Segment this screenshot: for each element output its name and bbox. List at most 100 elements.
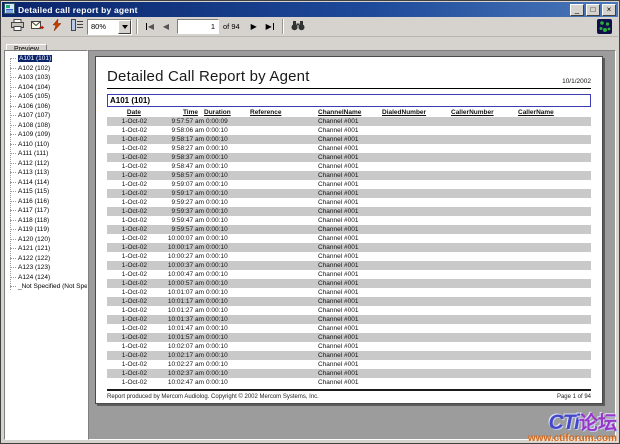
tree-item[interactable]: A103 (103) <box>5 73 87 83</box>
column-header: Reference <box>250 108 318 117</box>
tree-item[interactable]: A121 (121) <box>5 244 87 254</box>
tree-item[interactable]: A116 (116) <box>5 197 87 207</box>
tree-item[interactable]: A115 (115) <box>5 187 87 197</box>
call-cell: Channel #001 <box>318 207 382 216</box>
column-header: CallerNumber <box>451 108 518 117</box>
call-table: DateTimeDurationReferenceChannelNameDial… <box>107 108 591 387</box>
refresh-button[interactable] <box>47 18 67 36</box>
tree-item[interactable]: A112 (112) <box>5 159 87 169</box>
print-button[interactable] <box>7 18 27 36</box>
call-cell <box>382 153 451 162</box>
call-row: 1-Oct-029:58:06 am0:00:10Channel #001 <box>107 126 591 135</box>
maximize-button[interactable]: □ <box>586 4 600 16</box>
call-cell <box>518 297 591 306</box>
call-cell: 10:00:27 am <box>147 252 204 261</box>
call-cell: 1-Oct-02 <box>107 135 147 144</box>
tree-item[interactable]: A120 (120) <box>5 235 87 245</box>
toggle-group-tree-button[interactable] <box>67 18 87 36</box>
prev-page-button[interactable]: ◀ <box>158 19 174 35</box>
call-row: 1-Oct-029:59:07 am0:00:10Channel #001 <box>107 180 591 189</box>
call-cell: Channel #001 <box>318 234 382 243</box>
report-date: 10/1/2002 <box>562 78 591 85</box>
minimize-button[interactable]: _ <box>570 4 584 16</box>
call-cell <box>382 279 451 288</box>
tree-item[interactable]: A104 (104) <box>5 83 87 93</box>
call-cell: 1-Oct-02 <box>107 162 147 171</box>
call-cell: 10:01:27 am <box>147 306 204 315</box>
call-cell <box>451 243 518 252</box>
call-cell <box>250 360 318 369</box>
call-row: 1-Oct-0210:01:57 am0:00:10Channel #001 <box>107 333 591 342</box>
call-cell <box>518 261 591 270</box>
tree-item[interactable]: A118 (118) <box>5 216 87 226</box>
call-cell: Channel #001 <box>318 378 382 387</box>
tree-item[interactable]: A122 (122) <box>5 254 87 264</box>
next-page-button[interactable]: ▶ <box>246 19 262 35</box>
tree-item[interactable]: A124 (124) <box>5 273 87 283</box>
call-cell: 9:59:57 am <box>147 225 204 234</box>
call-cell <box>451 207 518 216</box>
tree-item[interactable]: _Not Specified (Not Specified) <box>5 282 87 292</box>
call-cell: 0:00:10 <box>204 207 250 216</box>
call-cell <box>382 207 451 216</box>
find-button[interactable] <box>288 18 308 36</box>
call-cell <box>382 324 451 333</box>
call-cell <box>451 342 518 351</box>
call-cell: 0:00:10 <box>204 135 250 144</box>
call-cell <box>250 180 318 189</box>
call-cell <box>451 378 518 387</box>
call-cell: 0:00:10 <box>204 162 250 171</box>
call-cell: 1-Oct-02 <box>107 117 147 126</box>
tree-item[interactable]: A102 (102) <box>5 64 87 74</box>
call-cell: 0:00:10 <box>204 270 250 279</box>
call-cell: Channel #001 <box>318 135 382 144</box>
call-cell: 0:00:10 <box>204 342 250 351</box>
call-cell: 1-Oct-02 <box>107 369 147 378</box>
call-row: 1-Oct-0210:02:07 am0:00:10Channel #001 <box>107 342 591 351</box>
call-cell: 9:59:17 am <box>147 189 204 198</box>
zoom-select[interactable]: 80% <box>87 19 132 35</box>
close-button[interactable]: × <box>602 4 616 16</box>
call-cell <box>451 198 518 207</box>
tree-item[interactable]: A101 (101) <box>5 54 87 64</box>
zoom-dropdown-button[interactable] <box>118 20 131 34</box>
tree-item[interactable]: A111 (111) <box>5 149 87 159</box>
tree-item[interactable]: A105 (105) <box>5 92 87 102</box>
export-button[interactable] <box>27 18 47 36</box>
call-cell <box>518 153 591 162</box>
tree-item[interactable]: A110 (110) <box>5 140 87 150</box>
call-cell <box>250 324 318 333</box>
call-cell <box>518 180 591 189</box>
tree-item[interactable]: A119 (119) <box>5 225 87 235</box>
tree-item[interactable]: A117 (117) <box>5 206 87 216</box>
call-cell: 10:02:47 am <box>147 378 204 387</box>
call-row: 1-Oct-029:58:27 am0:00:10Channel #001 <box>107 144 591 153</box>
call-cell <box>518 270 591 279</box>
call-cell <box>518 252 591 261</box>
call-cell <box>250 315 318 324</box>
call-cell: 0:00:10 <box>204 198 250 207</box>
call-cell: 0:00:10 <box>204 360 250 369</box>
call-cell: 9:58:06 am <box>147 126 204 135</box>
call-cell <box>451 225 518 234</box>
first-page-button[interactable]: ◀ <box>142 19 158 35</box>
tree-item[interactable]: A108 (108) <box>5 121 87 131</box>
call-cell <box>451 234 518 243</box>
tree-item[interactable]: A123 (123) <box>5 263 87 273</box>
call-cell <box>250 189 318 198</box>
tree-item[interactable]: A106 (106) <box>5 102 87 112</box>
tree-item[interactable]: A113 (113) <box>5 168 87 178</box>
call-cell: 1-Oct-02 <box>107 171 147 180</box>
tree-item[interactable]: A109 (109) <box>5 130 87 140</box>
last-page-button[interactable]: ▶ <box>262 19 278 35</box>
call-cell: 0:00:10 <box>204 333 250 342</box>
page-number-input[interactable] <box>177 19 219 34</box>
call-cell: Channel #001 <box>318 315 382 324</box>
tree-item[interactable]: A114 (114) <box>5 178 87 188</box>
call-cell: 0:00:10 <box>204 279 250 288</box>
call-cell: 0:00:10 <box>204 126 250 135</box>
tree-item[interactable]: A107 (107) <box>5 111 87 121</box>
call-cell <box>518 324 591 333</box>
window-icon <box>4 1 15 19</box>
call-cell: Channel #001 <box>318 369 382 378</box>
